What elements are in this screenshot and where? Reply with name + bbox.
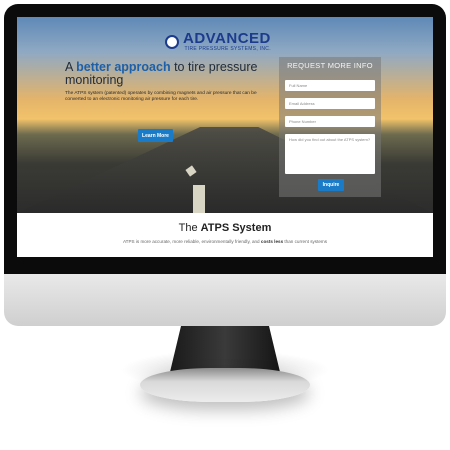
- phone-field[interactable]: Phone Number: [285, 116, 375, 127]
- atps-system-section: The ATPS System ATPS is more accurate, m…: [17, 213, 433, 257]
- section-text-bold: costs less: [260, 239, 284, 244]
- road-marking: [193, 185, 205, 213]
- section-text: ATPS is more accurate, more reliable, en…: [17, 239, 433, 244]
- monitor-chin: [4, 274, 446, 326]
- monitor-stand-neck: [170, 326, 280, 372]
- monitor-stand-base: [140, 368, 310, 402]
- hero-headline: A better approach to tire pressure monit…: [65, 61, 265, 87]
- company-logo[interactable]: ADVANCED TIRE PRESSURE SYSTEMS, INC.: [165, 31, 271, 52]
- form-title: REQUEST MORE INFO: [287, 61, 373, 70]
- section-title-bold: ATPS System: [200, 222, 272, 234]
- logo-tagline: TIRE PRESSURE SYSTEMS, INC.: [184, 46, 271, 52]
- referral-question-field[interactable]: How did you find out about the ATPS syst…: [285, 134, 375, 174]
- section-text-suffix: than current systems: [283, 239, 328, 244]
- email-field[interactable]: Email Address: [285, 98, 375, 109]
- section-title-prefix: The: [178, 222, 201, 234]
- logo-name: ADVANCED: [183, 30, 271, 47]
- website-screen: ADVANCED TIRE PRESSURE SYSTEMS, INC. A b…: [17, 17, 433, 257]
- learn-more-button[interactable]: Learn More: [138, 129, 173, 142]
- section-text-prefix: ATPS is more accurate, more reliable, en…: [122, 239, 261, 244]
- request-info-form: REQUEST MORE INFO Full Name Email Addres…: [279, 57, 381, 197]
- hero-blurb: The ATPS system (patented) operates by c…: [65, 91, 257, 103]
- hero-section: ADVANCED TIRE PRESSURE SYSTEMS, INC. A b…: [17, 17, 433, 213]
- headline-accent: better approach: [76, 60, 171, 74]
- tire-gauge-icon: [165, 34, 179, 49]
- headline-prefix: A: [65, 60, 77, 74]
- monitor-mockup: ADVANCED TIRE PRESSURE SYSTEMS, INC. A b…: [0, 0, 450, 450]
- section-title: The ATPS System: [17, 222, 433, 234]
- inquire-button[interactable]: Inquire: [318, 179, 344, 191]
- full-name-field[interactable]: Full Name: [285, 80, 375, 91]
